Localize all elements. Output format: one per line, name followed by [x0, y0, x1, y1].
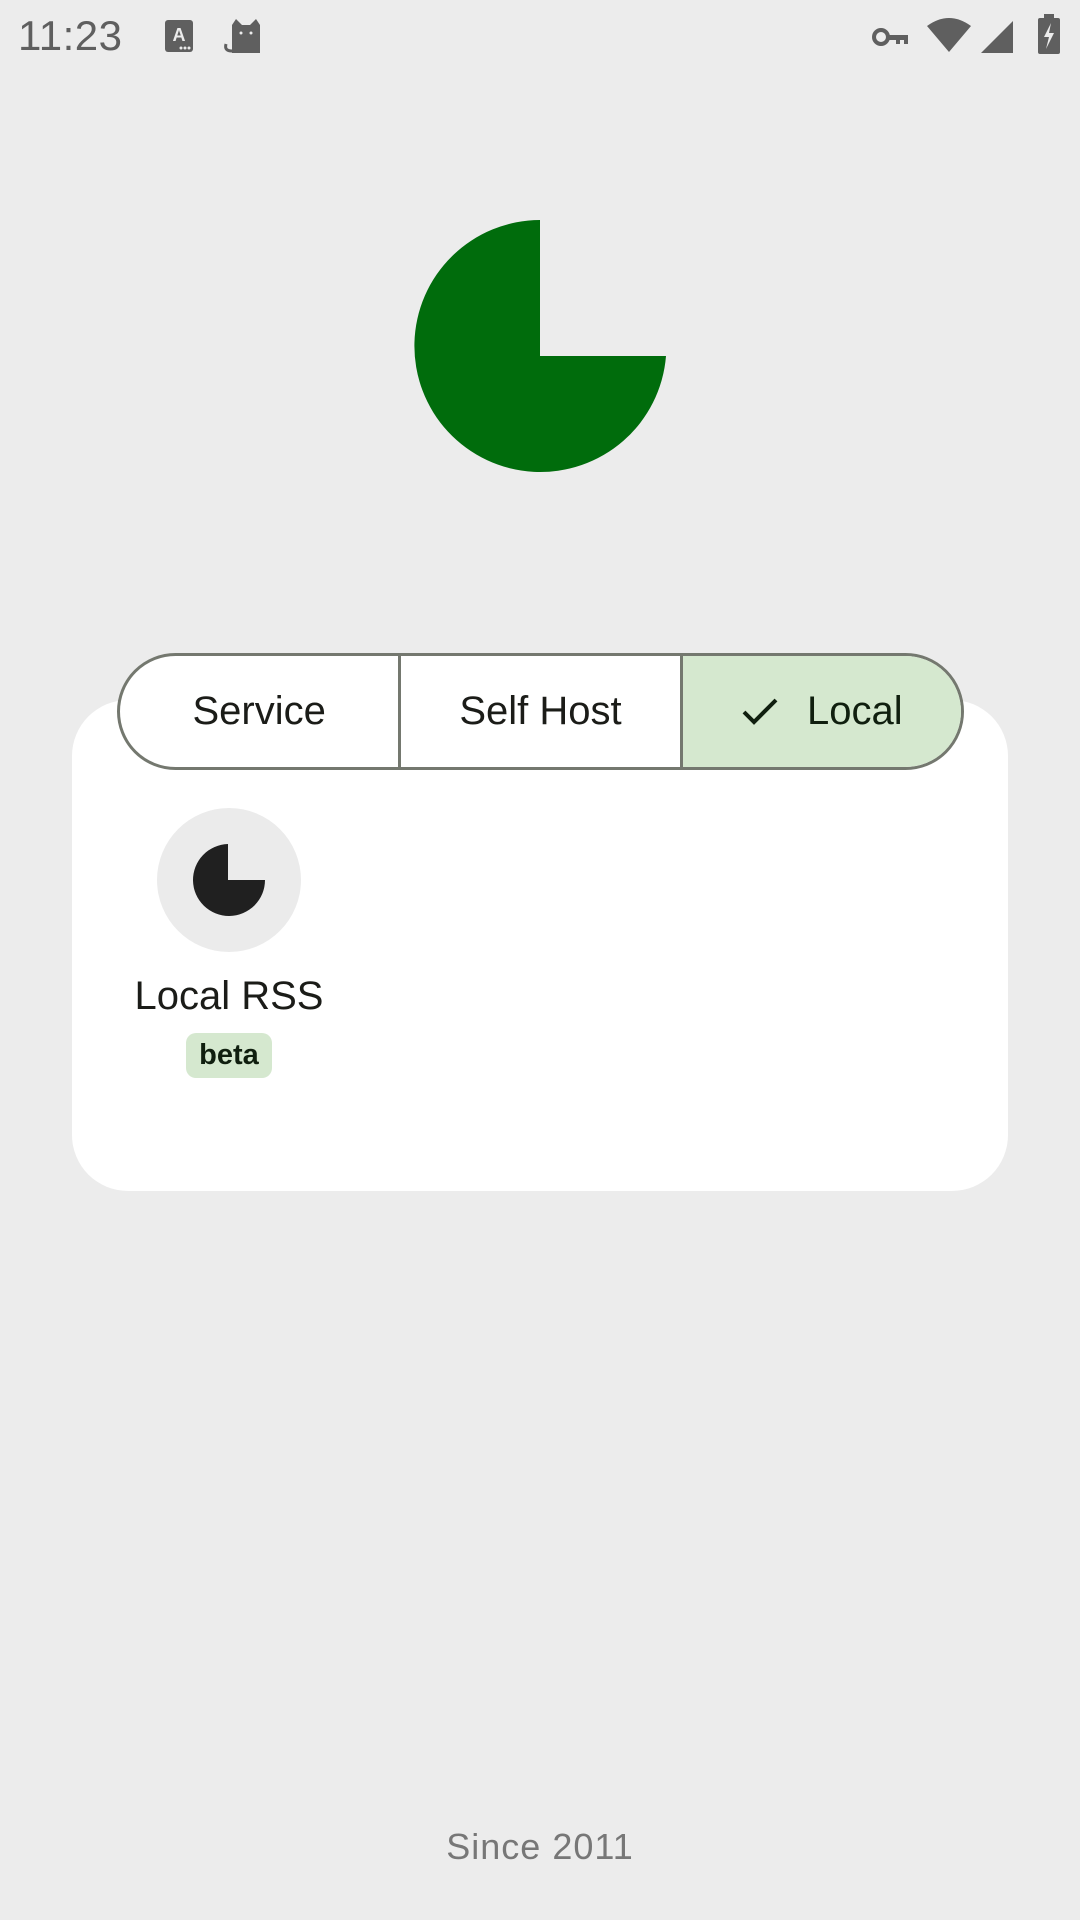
pie-icon	[193, 844, 265, 916]
segment-local-label: Local	[807, 689, 903, 733]
status-bar: 11:23 A	[0, 0, 1080, 72]
keyboard-a-icon: A	[165, 20, 193, 52]
source-label: Local RSS	[134, 974, 324, 1018]
segment-service[interactable]: Service	[120, 656, 398, 767]
pie-logo-icon	[414, 220, 666, 472]
segment-self-host[interactable]: Self Host	[398, 656, 679, 767]
segment-service-label: Service	[192, 689, 326, 733]
cat-icon	[224, 19, 260, 53]
footer-text: Since 2011	[446, 1826, 634, 1867]
segment-self-host-label: Self Host	[459, 689, 622, 733]
check-icon	[741, 697, 779, 727]
svg-text:A: A	[173, 25, 186, 45]
source-item-local-rss[interactable]: Local RSS beta	[120, 808, 338, 1078]
battery-charging-icon	[1038, 14, 1060, 54]
source-type-segmented-control: Service Self Host Local	[117, 653, 964, 770]
wifi-icon	[927, 18, 971, 52]
segment-local[interactable]: Local	[679, 656, 961, 767]
vpn-key-icon	[872, 28, 908, 46]
status-time: 11:23	[18, 12, 123, 59]
source-icon-container	[157, 808, 301, 952]
beta-badge: beta	[186, 1033, 272, 1078]
signal-icon	[981, 21, 1013, 53]
